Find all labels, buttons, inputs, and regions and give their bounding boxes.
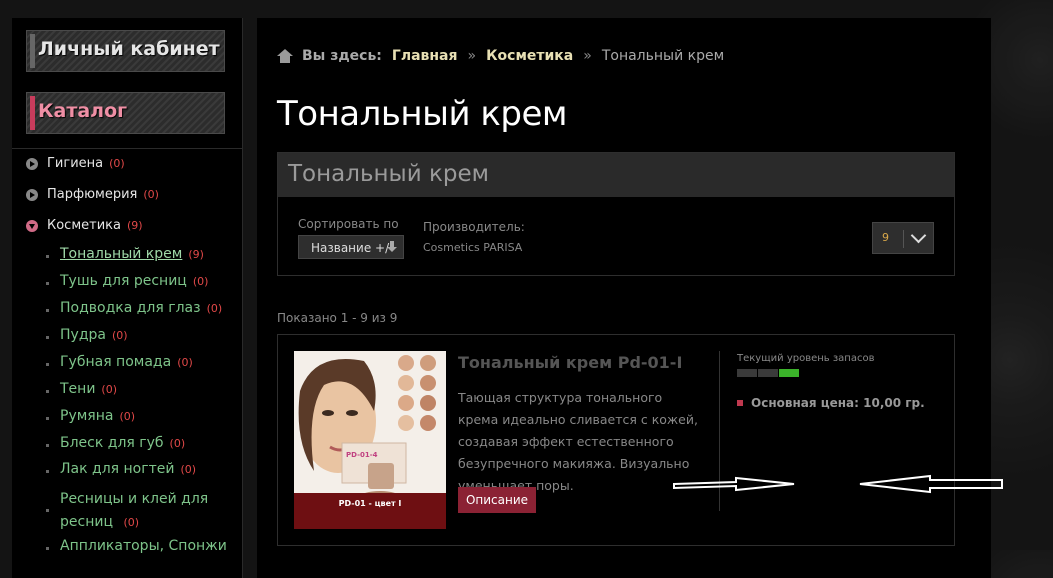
- subcategory-count: (0): [111, 329, 128, 342]
- annotation-arrows: [673, 474, 1003, 494]
- subcategory-item[interactable]: Подводка для глаз (0): [46, 300, 222, 316]
- category-perfume[interactable]: Парфюмерия (0): [26, 187, 159, 202]
- divider: [12, 148, 242, 149]
- subcategory-item[interactable]: Тушь для ресниц (0): [46, 273, 208, 289]
- subcategory-count: (0): [177, 356, 193, 369]
- price-text: Основная цена: 10,00 гр.: [751, 396, 925, 410]
- product-image-caption: PD-01 - цвет I: [294, 493, 446, 529]
- category-hygiene[interactable]: Гигиена (0): [26, 156, 125, 171]
- category-label[interactable]: Гигиена: [47, 156, 103, 171]
- sort-label: Сортировать по: [298, 217, 399, 231]
- chevron-down-icon: [910, 227, 927, 244]
- subcategory-item[interactable]: Блеск для губ (0): [46, 435, 185, 451]
- subcategory-count: (0): [180, 463, 197, 476]
- category-count: (0): [143, 188, 159, 201]
- subcategory-item[interactable]: Пудра (0): [46, 327, 128, 343]
- breadcrumb-link-cosmetics[interactable]: Косметика: [486, 48, 573, 64]
- product-card: PD-01-4 PD-01 - цвет I Тональный крем Pd…: [277, 334, 955, 546]
- subcategory-count: (0): [169, 437, 186, 450]
- breadcrumb-current: Тональный крем: [601, 48, 725, 64]
- subcategory-label[interactable]: Тональный крем: [60, 246, 182, 262]
- subcategory-label[interactable]: Тени: [60, 381, 95, 397]
- product-image-label: PD-01-4: [346, 451, 378, 459]
- subcategory-label[interactable]: Блеск для губ: [60, 435, 164, 451]
- subcategory-item[interactable]: Тени (0): [46, 381, 117, 397]
- subcategory-item[interactable]: Аппликаторы, Спонжи: [46, 538, 227, 554]
- subcategory-label[interactable]: Губная помада: [60, 354, 171, 370]
- subcategory-label[interactable]: Тушь для ресниц: [60, 273, 187, 289]
- results-counter: Показано 1 - 9 из 9: [277, 311, 398, 325]
- sort-direction-icon[interactable]: [387, 241, 397, 253]
- breadcrumb-separator: »: [467, 48, 477, 64]
- subcategory-label[interactable]: Подводка для глаз: [60, 300, 201, 316]
- account-title: Личный кабинет: [38, 38, 220, 60]
- subcategory-count: (0): [123, 516, 140, 529]
- product-title[interactable]: Тональный крем Pd-01-I: [458, 353, 682, 372]
- catalog-title: Каталог: [38, 100, 128, 122]
- sort-value: Название +/-: [311, 241, 394, 255]
- subcategory-count: (0): [101, 383, 118, 396]
- catalog-header[interactable]: Каталог: [26, 92, 225, 134]
- category-count: (9): [126, 219, 143, 232]
- breadcrumb-label: Вы здесь:: [302, 48, 382, 64]
- subcategory-item[interactable]: Ресницы и клей для ресниц (0): [46, 488, 216, 534]
- product-image[interactable]: PD-01-4 PD-01 - цвет I: [294, 351, 446, 529]
- limit-select[interactable]: 9: [872, 222, 934, 254]
- subcategory-label[interactable]: Аппликаторы, Спонжи: [60, 538, 227, 554]
- category-label[interactable]: Косметика: [47, 218, 121, 233]
- product-price: Основная цена: 10,00 гр.: [737, 396, 925, 410]
- subcategory-label[interactable]: Румяна: [60, 408, 113, 424]
- category-label[interactable]: Парфюмерия: [47, 187, 137, 202]
- home-icon[interactable]: [277, 49, 293, 63]
- manufacturer-label: Производитель:: [423, 220, 525, 234]
- manufacturer-link[interactable]: Cosmetics PARISA: [423, 241, 522, 254]
- subcategory-count: (0): [119, 410, 136, 423]
- subcategory-count: (0): [192, 275, 209, 288]
- arrow-down-icon: [26, 219, 38, 232]
- product-description: Тающая структура тонального крема идеаль…: [458, 390, 698, 493]
- description-button[interactable]: Описание: [458, 487, 536, 513]
- stock-label: Текущий уровень запасов: [737, 353, 875, 364]
- page-title: Тональный крем: [277, 94, 568, 134]
- category-heading-bar: Тональный крем: [278, 153, 954, 197]
- arrow-right-icon: [26, 157, 38, 170]
- arrow-right-icon: [26, 188, 38, 201]
- subcategory-item[interactable]: Лак для ногтей (0): [46, 461, 196, 477]
- sidebar: Личный кабинет Каталог Гигиена (0) Парфю…: [12, 18, 243, 578]
- subcategory-count: (9): [188, 248, 204, 261]
- category-heading: Тональный крем: [288, 161, 489, 187]
- subcategory-item[interactable]: Губная помада (0): [46, 354, 193, 370]
- category-count: (0): [109, 157, 125, 170]
- subcategory-label[interactable]: Пудра: [60, 327, 106, 343]
- breadcrumb: Вы здесь: Главная » Косметика » Тональны…: [277, 48, 724, 64]
- limit-value: 9: [882, 231, 889, 244]
- category-cosmetics[interactable]: Косметика (9): [26, 218, 143, 233]
- subcategory-count: (0): [206, 302, 223, 315]
- category-panel: Тональный крем Сортировать по Название +…: [277, 152, 955, 276]
- account-link[interactable]: Личный кабинет: [26, 30, 225, 72]
- stock-level-bar: [737, 369, 800, 377]
- subcategory-item[interactable]: Румяна (0): [46, 408, 135, 424]
- breadcrumb-link-home[interactable]: Главная: [392, 48, 458, 64]
- subcategory-label[interactable]: Лак для ногтей: [60, 461, 174, 477]
- subcategory-item[interactable]: Тональный крем (9): [46, 246, 204, 262]
- sort-button[interactable]: Название +/-: [298, 235, 404, 259]
- breadcrumb-separator: »: [583, 48, 592, 64]
